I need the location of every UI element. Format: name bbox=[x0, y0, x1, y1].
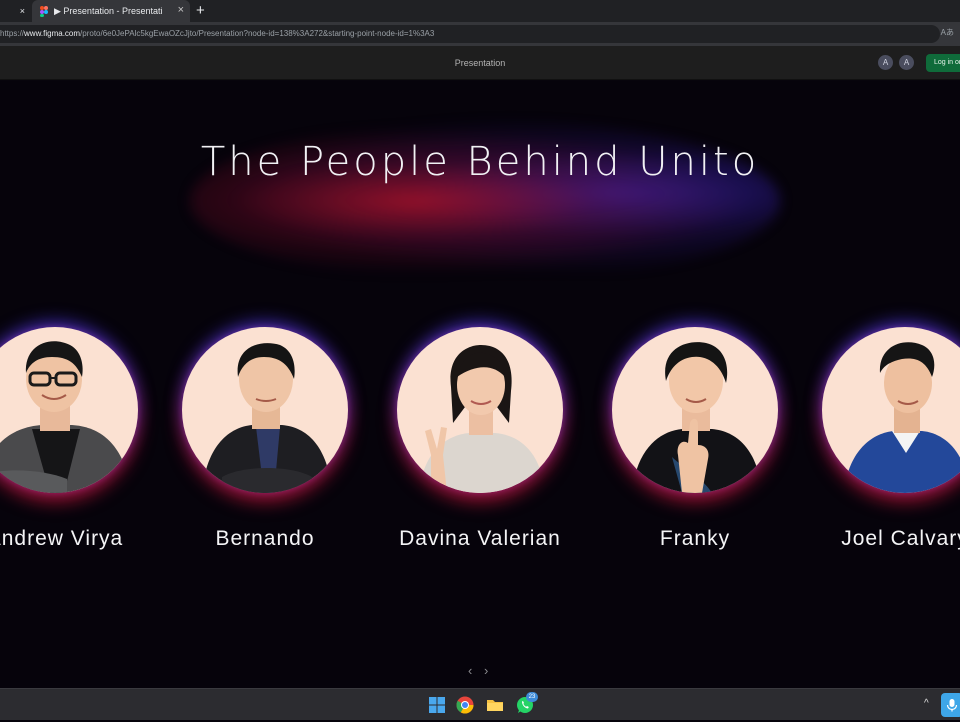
member-photo bbox=[397, 327, 563, 493]
url-host: www.figma.com bbox=[24, 29, 81, 38]
active-tab[interactable]: ▶ Presentation - Presentation × bbox=[32, 0, 190, 22]
microphone-icon bbox=[946, 699, 958, 712]
member-name: Davina Valerian bbox=[399, 527, 561, 550]
new-tab-button[interactable]: + bbox=[196, 2, 205, 20]
member-photo bbox=[822, 327, 960, 493]
os-taskbar: 23 ^ bbox=[0, 688, 960, 720]
url-field[interactable]: https://www.figma.com/proto/6e0JePAlc5kg… bbox=[0, 25, 940, 43]
address-bar: https://www.figma.com/proto/6e0JePAlc5kg… bbox=[0, 22, 960, 46]
close-tab-icon[interactable]: × bbox=[20, 6, 25, 16]
person-illustration bbox=[202, 343, 332, 493]
chrome-icon[interactable] bbox=[455, 695, 475, 715]
notification-badge: 23 bbox=[526, 692, 538, 702]
member-photo bbox=[612, 327, 778, 493]
slide-title: The People Behind Unito bbox=[200, 139, 760, 185]
previous-tab[interactable]: × bbox=[0, 0, 30, 22]
next-slide-button[interactable]: › bbox=[484, 663, 488, 678]
previous-slide-button[interactable]: ‹ bbox=[468, 663, 472, 678]
member-name: Joel Calvary bbox=[841, 527, 960, 550]
avatar[interactable]: A bbox=[899, 55, 914, 70]
translate-icon[interactable]: Aあ bbox=[941, 27, 954, 38]
person-illustration bbox=[419, 345, 545, 493]
microphone-button[interactable] bbox=[941, 693, 960, 717]
member-photo bbox=[0, 327, 138, 493]
login-button[interactable]: Log in or bbox=[926, 54, 960, 72]
windows-start-icon[interactable] bbox=[427, 695, 447, 715]
person-illustration bbox=[0, 341, 132, 493]
member-name: Bernando bbox=[215, 527, 315, 550]
chevron-up-icon[interactable]: ^ bbox=[924, 698, 929, 709]
prototype-title: Presentation bbox=[454, 58, 506, 68]
member-photo bbox=[182, 327, 348, 493]
person-illustration bbox=[844, 342, 960, 493]
tab-title: ▶ Presentation - Presentation bbox=[54, 5, 162, 16]
close-tab-icon[interactable]: × bbox=[178, 4, 184, 16]
file-explorer-icon[interactable] bbox=[485, 695, 505, 715]
person-illustration bbox=[632, 342, 762, 493]
presentation-slide: The People Behind Unito Andrew Virya Ber… bbox=[0, 81, 960, 688]
avatar[interactable]: A bbox=[878, 55, 893, 70]
url-scheme: https:// bbox=[0, 29, 25, 38]
figma-icon bbox=[40, 5, 49, 17]
url-path: /proto/6e0JePAlc5kgEwaOZcJjto/Presentati… bbox=[80, 29, 435, 38]
browser-tab-strip: × ▶ Presentation - Presentation × + bbox=[0, 0, 960, 22]
prototype-header: Presentation A A Log in or bbox=[0, 46, 960, 80]
